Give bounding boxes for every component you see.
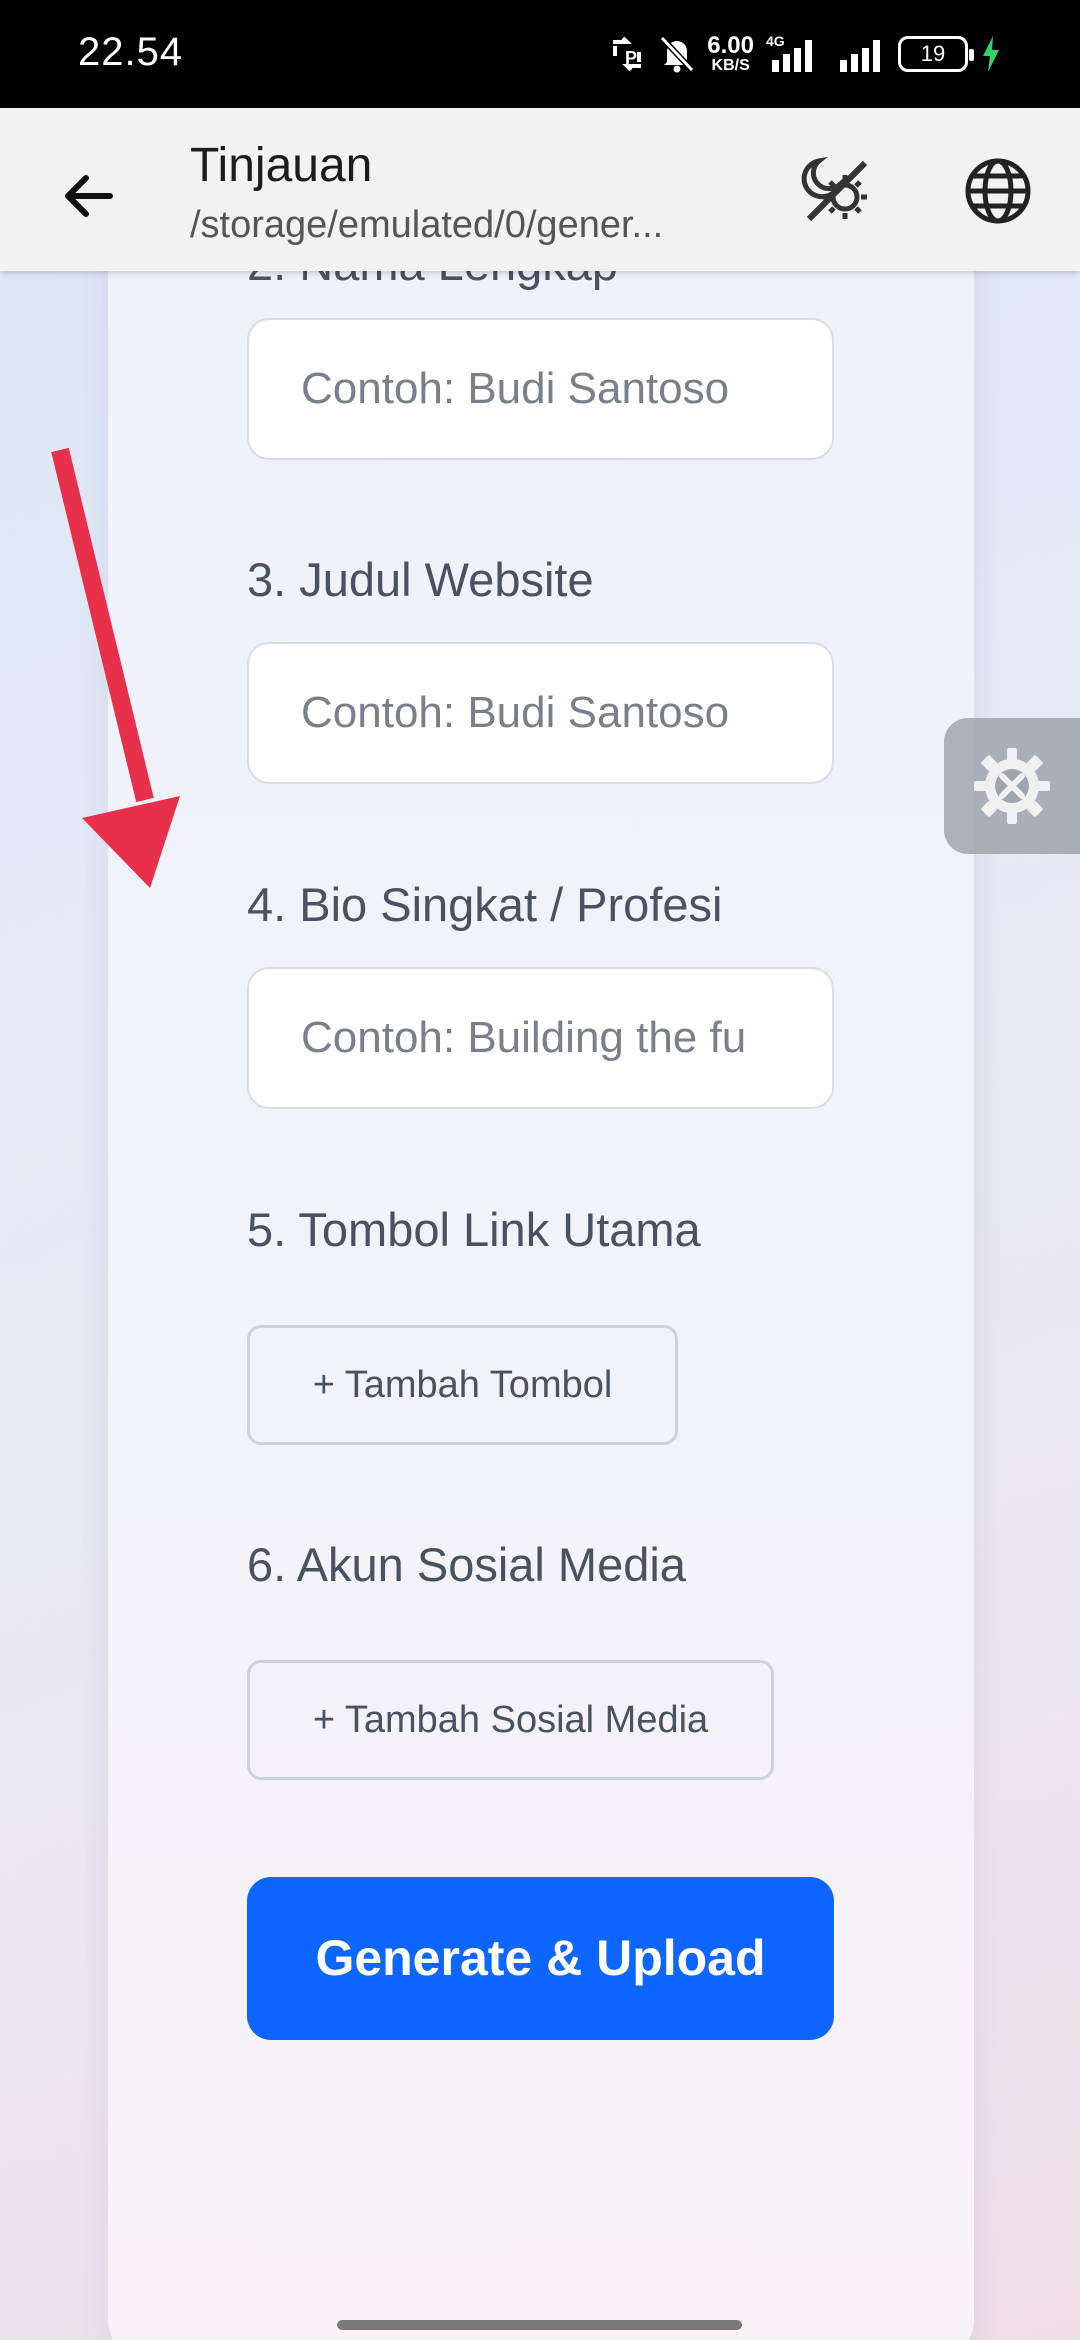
theme-toggle-icon: [801, 156, 868, 222]
section-label-website-title: 3. Judul Website: [247, 553, 594, 606]
charging-icon: [983, 36, 999, 72]
home-indicator[interactable]: [337, 2320, 742, 2330]
globe-icon: [965, 158, 1031, 224]
add-social-media-button[interactable]: + Tambah Sosial Media: [247, 1660, 774, 1780]
net-speed-value: 6.00: [707, 32, 754, 59]
battery-level: 19: [920, 41, 946, 66]
website-title-input[interactable]: Contoh: Budi Santoso: [247, 642, 834, 784]
section-label-bio: 4. Bio Singkat / Profesi: [247, 878, 723, 931]
status-time: 22.54: [78, 30, 184, 74]
battery-icon: 19: [898, 36, 974, 72]
mute-bell-icon: [660, 35, 695, 73]
svg-text:4G: 4G: [766, 34, 785, 49]
full-name-input[interactable]: Contoh: Budi Santoso: [247, 318, 834, 460]
signal-icon: [840, 40, 880, 72]
app-bar: Tinjauan /storage/emulated/0/gener...: [0, 108, 1080, 271]
settings-tools-icon: [974, 748, 1050, 824]
form-card: 2. Nama Lengkap Contoh: Budi Santoso 3. …: [108, 200, 974, 2340]
back-button[interactable]: [48, 156, 128, 236]
page-title: Tinjauan: [190, 139, 373, 192]
theme-toggle-button[interactable]: [795, 151, 875, 231]
net-speed-unit: KB/S: [711, 57, 750, 74]
bio-input[interactable]: Contoh: Building the fu: [247, 967, 834, 1109]
annotation-arrow-icon: [51, 447, 180, 888]
sync-icon: P: [613, 36, 642, 72]
back-arrow-icon: [65, 175, 113, 217]
language-button[interactable]: [958, 151, 1038, 231]
signal-icon: 4G: [766, 34, 812, 72]
file-path: /storage/emulated/0/gener...: [190, 204, 664, 246]
section-label-main-link-buttons: 5. Tombol Link Utama: [247, 1203, 701, 1256]
status-icons: P 6.00 KB/S 4G 19: [607, 30, 1002, 78]
svg-text:P: P: [625, 48, 637, 68]
net-speed: 6.00 KB/S: [707, 34, 754, 74]
floating-tools-button[interactable]: [944, 718, 1080, 854]
section-label-social-media: 6. Akun Sosial Media: [247, 1538, 686, 1591]
generate-upload-button[interactable]: Generate & Upload: [247, 1877, 834, 2040]
add-button-button[interactable]: + Tambah Tombol: [247, 1325, 678, 1445]
status-bar: 22.54 P 6.00 KB/S 4G 19: [0, 0, 1080, 108]
